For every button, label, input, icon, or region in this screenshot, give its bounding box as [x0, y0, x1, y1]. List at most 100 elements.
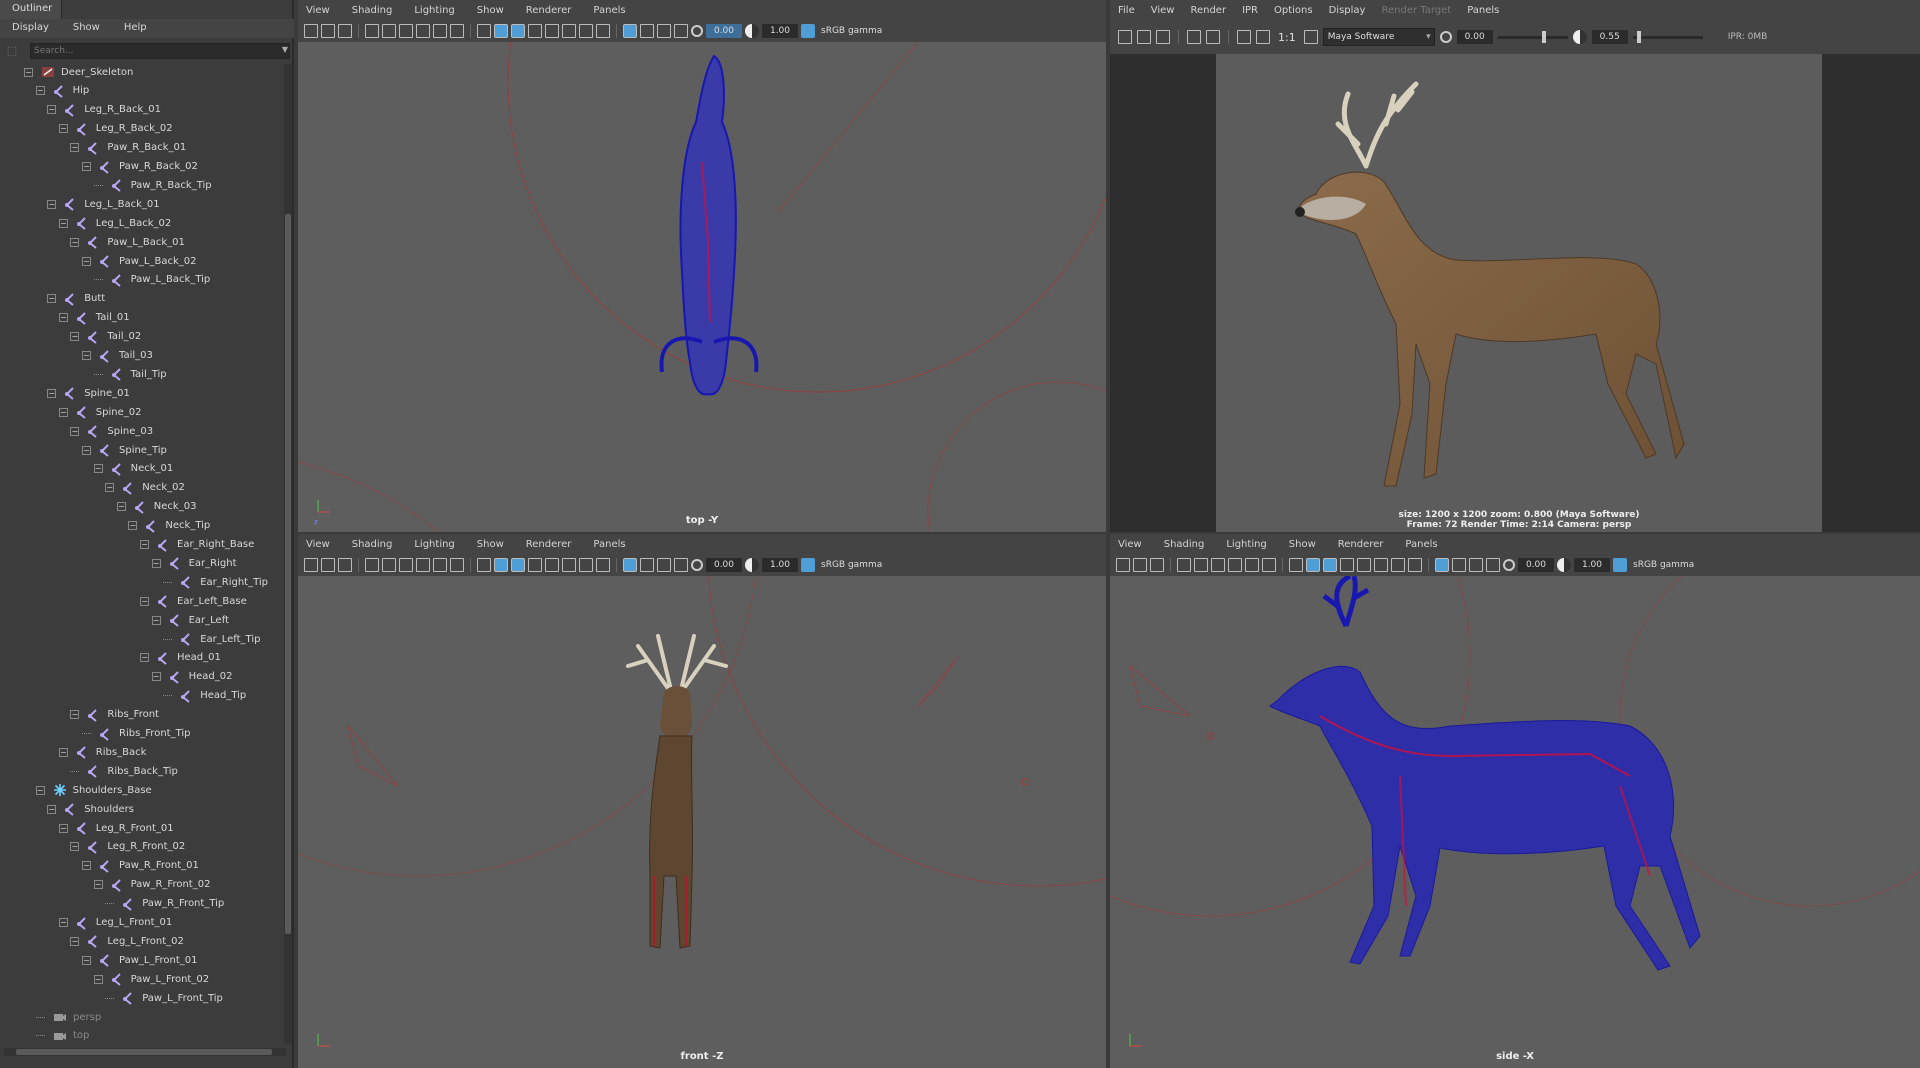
isolate-icon[interactable]: [623, 24, 637, 38]
menu-shading[interactable]: Shading: [1164, 534, 1205, 554]
isolate-icon[interactable]: [1435, 558, 1449, 572]
outliner-item[interactable]: − Shoulders: [47, 800, 134, 818]
collapse-toggle[interactable]: −: [47, 294, 57, 304]
collapse-toggle[interactable]: −: [151, 672, 161, 682]
collapse-toggle[interactable]: −: [128, 521, 138, 531]
outliner-item[interactable]: − Ribs_Back: [58, 743, 146, 761]
smooth-shade-icon[interactable]: [494, 24, 508, 38]
outliner-item[interactable]: − Leg_L_Front_02: [70, 932, 184, 950]
outliner-vertical-scrollbar[interactable]: [284, 64, 292, 1044]
exposure-icon[interactable]: [691, 25, 703, 37]
collapse-toggle[interactable]: −: [47, 388, 57, 398]
refresh-ipr-icon[interactable]: [1206, 30, 1220, 44]
bookmark-icon[interactable]: [1150, 558, 1164, 572]
exposure-field[interactable]: 0.00: [1518, 558, 1554, 572]
xray-icon[interactable]: [640, 558, 654, 572]
xray-joints-icon[interactable]: [657, 558, 671, 572]
wireframe-icon[interactable]: [477, 24, 491, 38]
menu-lighting[interactable]: Lighting: [414, 534, 454, 554]
image-plane-icon[interactable]: [365, 558, 379, 572]
outliner-item[interactable]: − Paw_L_Back_01: [70, 233, 185, 251]
snapshot-icon[interactable]: [1156, 30, 1170, 44]
collapse-toggle[interactable]: −: [58, 918, 68, 927]
outliner-menu-help[interactable]: Help: [124, 19, 147, 38]
textured-icon[interactable]: [511, 24, 525, 38]
field-chart-icon[interactable]: [450, 24, 464, 38]
gamma-field[interactable]: 1.00: [1574, 558, 1610, 572]
render-menu-display[interactable]: Display: [1329, 0, 1366, 20]
filter-icon[interactable]: ⬚: [4, 44, 20, 58]
lights-icon[interactable]: [1340, 558, 1354, 572]
gamma-icon[interactable]: [745, 558, 759, 572]
wireframe-icon[interactable]: [477, 558, 491, 572]
outliner-item[interactable]: − Hip: [35, 82, 89, 100]
outliner-tab[interactable]: Outliner: [0, 0, 62, 19]
menu-show[interactable]: Show: [1289, 534, 1316, 554]
render-menu-render[interactable]: Render: [1190, 0, 1226, 20]
ipr-render-icon[interactable]: [1187, 30, 1201, 44]
xray-joints-icon[interactable]: [657, 24, 671, 38]
lights-icon[interactable]: [528, 24, 542, 38]
outliner-item[interactable]: Paw_L_Back_Tip: [93, 271, 210, 289]
outliner-item[interactable]: persp: [36, 1008, 101, 1026]
textured-icon[interactable]: [1323, 558, 1337, 572]
search-input[interactable]: [30, 43, 290, 59]
menu-panels[interactable]: Panels: [1405, 534, 1437, 554]
render-menu-render-target[interactable]: Render Target: [1381, 0, 1451, 20]
renderer-select[interactable]: Maya Software: [1322, 28, 1435, 46]
render-frame-icon[interactable]: [1118, 30, 1132, 44]
collapse-toggle[interactable]: −: [35, 86, 45, 96]
collapse-toggle[interactable]: −: [82, 351, 91, 360]
camera-icon[interactable]: [304, 24, 318, 38]
collapse-toggle[interactable]: −: [70, 426, 80, 436]
display-rgb-icon[interactable]: [1237, 30, 1251, 44]
film-gate-icon[interactable]: [1211, 558, 1225, 572]
render-menu-options[interactable]: Options: [1274, 0, 1313, 20]
camera-icon[interactable]: [304, 558, 318, 572]
outliner-item[interactable]: − Butt: [47, 290, 105, 308]
outliner-item[interactable]: Ribs_Front_Tip: [82, 725, 191, 743]
outliner-item[interactable]: − Paw_R_Front_02: [93, 876, 210, 894]
colorspace-label[interactable]: sRGB gamma: [821, 26, 882, 36]
grid-toggle-icon[interactable]: [1194, 558, 1208, 572]
bookmark-icon[interactable]: [338, 24, 352, 38]
xray-icon[interactable]: [1452, 558, 1466, 572]
gamma-field[interactable]: 1.00: [762, 24, 798, 38]
display-alpha-icon[interactable]: [1256, 30, 1270, 44]
outliner-item[interactable]: Paw_R_Back_Tip: [93, 176, 212, 194]
outliner-item[interactable]: − Head_01: [140, 649, 221, 667]
smooth-shade-icon[interactable]: [1306, 558, 1320, 572]
camera-attributes-icon[interactable]: [321, 558, 335, 572]
render-region-icon[interactable]: [1137, 30, 1151, 44]
menu-shading[interactable]: Shading: [352, 0, 393, 20]
collapse-toggle[interactable]: −: [47, 804, 57, 814]
gamma-icon[interactable]: [1557, 558, 1571, 572]
outliner-item[interactable]: − Paw_R_Front_01: [82, 857, 199, 875]
collapse-toggle[interactable]: −: [70, 143, 80, 153]
collapse-toggle[interactable]: −: [24, 67, 33, 77]
gamma-field[interactable]: 1.00: [762, 558, 798, 572]
motion-blur-icon[interactable]: [1391, 558, 1405, 572]
bookmark-icon[interactable]: [338, 558, 352, 572]
outliner-item[interactable]: − Shoulders_Base: [35, 781, 152, 799]
smooth-shade-icon[interactable]: [494, 558, 508, 572]
outliner-menu-display[interactable]: Display: [12, 19, 49, 38]
render-exposure-field[interactable]: 0.00: [1456, 30, 1493, 44]
film-gate-icon[interactable]: [399, 24, 413, 38]
render-menu-ipr[interactable]: IPR: [1242, 0, 1258, 20]
backface-icon[interactable]: [674, 558, 688, 572]
collapse-toggle[interactable]: −: [82, 445, 91, 455]
outliner-horizontal-scrollbar[interactable]: [4, 1048, 286, 1056]
outliner-item[interactable]: − Paw_L_Back_02: [82, 252, 196, 270]
resolution-gate-icon[interactable]: [416, 558, 430, 572]
outliner-item[interactable]: top: [36, 1027, 89, 1045]
collapse-toggle[interactable]: −: [82, 162, 91, 171]
collapse-toggle[interactable]: −: [58, 747, 68, 757]
antialias-icon[interactable]: [596, 24, 610, 38]
collapse-toggle[interactable]: −: [58, 823, 68, 833]
outliner-item[interactable]: − Ear_Right_Base: [140, 536, 254, 554]
menu-view[interactable]: View: [306, 534, 330, 554]
render-menu-view[interactable]: View: [1151, 0, 1175, 20]
motion-blur-icon[interactable]: [579, 558, 593, 572]
exposure-slider[interactable]: [1497, 30, 1568, 43]
